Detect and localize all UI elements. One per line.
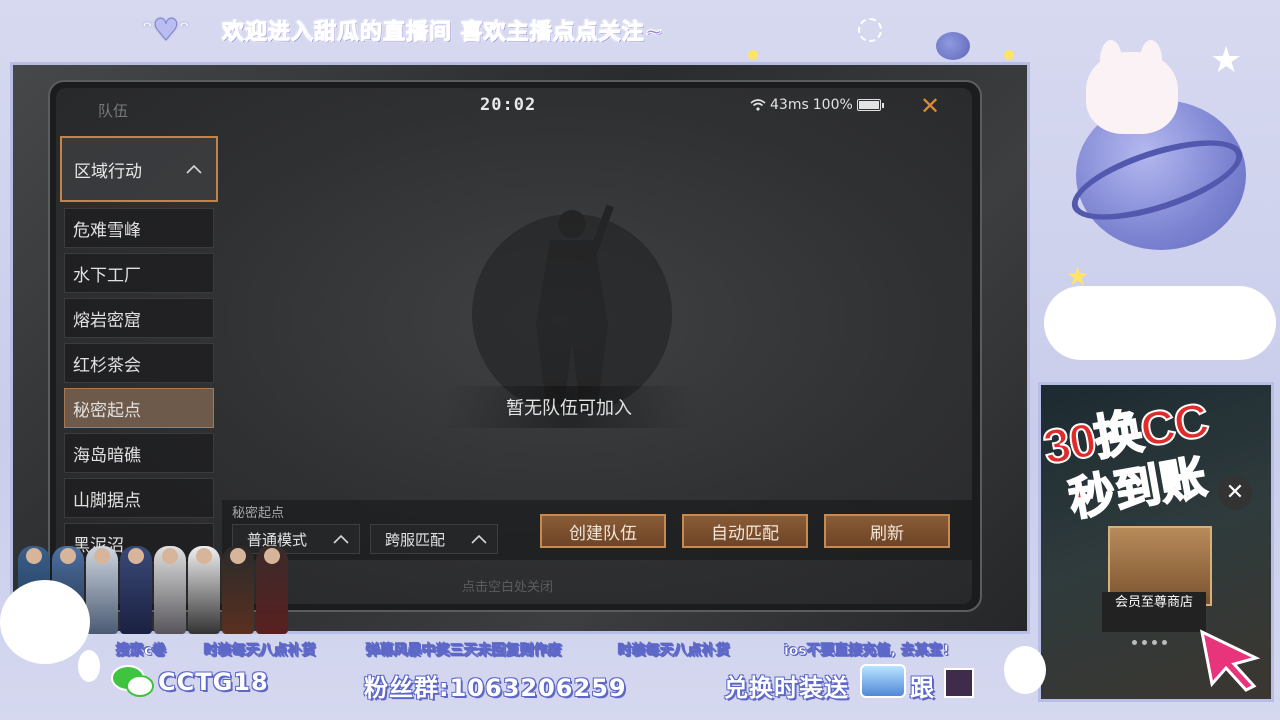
chevron-up-icon <box>333 534 349 544</box>
star-icon: ★ <box>1210 40 1243 81</box>
character-figure <box>222 546 254 634</box>
character-figure <box>256 546 288 634</box>
character-figure <box>86 546 118 634</box>
sidebar-item[interactable]: 红杉茶会 <box>64 343 214 383</box>
ticker-text: 时装每天八点补货 <box>618 643 731 660</box>
status-bar: 队伍 20:02 43ms 100% ✕ <box>56 88 972 132</box>
sidebar-item[interactable]: 危难雪峰 <box>64 208 214 248</box>
current-region-label: 秘密起点 <box>232 506 285 521</box>
empty-team-message: 暂无队伍可加入 <box>444 386 694 428</box>
battery-icon <box>856 99 884 111</box>
sidebar-item-label: 熔岩密窟 <box>73 310 141 331</box>
sidebar-item[interactable]: 海岛暗礁 <box>64 433 214 473</box>
account-id: CCTG18 <box>158 668 269 696</box>
avatar-frame-icon <box>944 668 974 698</box>
small-planet-decoration <box>936 32 970 60</box>
clock: 20:02 <box>480 95 537 115</box>
sidebar-item-label: 海岛暗礁 <box>73 445 141 466</box>
character-figure <box>188 546 220 634</box>
star-dot-decoration <box>748 50 758 60</box>
sidebar-item[interactable]: 水下工厂 <box>64 253 214 293</box>
winged-heart-icon: ᵔ ♥ ᵔ <box>142 12 190 48</box>
wifi-icon <box>750 99 766 111</box>
banner-text: 欢迎进入甜瓜的直播间 喜欢主播点点关注~ <box>221 20 665 46</box>
region-header-label: 区域行动 <box>74 161 142 182</box>
ping-value: 43ms <box>770 97 809 113</box>
exchange-text: 兑换时装送 <box>724 674 849 702</box>
empty-message-text: 暂无队伍可加入 <box>506 398 632 419</box>
sidebar-item-label: 山脚据点 <box>73 490 141 511</box>
bunny-decoration <box>1004 646 1046 694</box>
character-figure <box>154 546 186 634</box>
badge-icon <box>860 664 906 698</box>
character-figure <box>120 546 152 634</box>
dashed-circle-decoration <box>858 18 882 42</box>
match-dropdown[interactable]: 跨服匹配 <box>370 524 498 554</box>
region-sidebar: 区域行动 危难雪峰 水下工厂 熔岩密窟 红杉茶会 秘密起点 海岛暗礁 山脚据点 … <box>60 136 218 604</box>
sidebar-item[interactable]: 山脚据点 <box>64 478 214 518</box>
carousel-dots <box>1132 640 1167 645</box>
ticker-text: ios不要直接充值, 去某宝! <box>784 643 950 660</box>
sidebar-item-label: 水下工厂 <box>73 265 141 286</box>
bunny-decoration <box>1086 52 1178 134</box>
auto-match-button[interactable]: 自动匹配 <box>682 514 808 548</box>
tap-to-close-hint[interactable]: 点击空白处关闭 <box>462 576 553 595</box>
star-dot-decoration <box>1004 50 1014 60</box>
cursor-arrow-icon <box>1199 629 1261 692</box>
sidebar-item-selected[interactable]: 秘密起点 <box>64 388 214 428</box>
game-screen: 队伍 20:02 43ms 100% ✕ 区域行动 危难雪峰 水下工厂 熔岩密窟… <box>56 88 972 604</box>
follow-text: 跟 <box>910 674 935 702</box>
close-icon[interactable]: ✕ <box>916 92 944 120</box>
ticker-text: 时装每天八点补货 <box>204 643 317 660</box>
battery-percent: 100% <box>812 97 853 113</box>
create-team-button[interactable]: 创建队伍 <box>540 514 666 548</box>
status-indicators: 43ms 100% <box>750 97 884 113</box>
bunny-decoration <box>78 650 100 682</box>
sidebar-item-label: 红杉茶会 <box>73 355 141 376</box>
cloud-decoration <box>1044 286 1276 360</box>
refresh-button[interactable]: 刷新 <box>824 514 950 548</box>
close-icon[interactable]: ✕ <box>1218 476 1252 510</box>
fans-group: 粉丝群:1063206259 <box>364 674 627 702</box>
shop-label: 会员至尊商店 <box>1102 592 1206 632</box>
ticker-text: 搜索c卷 <box>116 643 167 660</box>
match-dropdown-value: 跨服匹配 <box>385 530 446 549</box>
sidebar-item-label: 秘密起点 <box>73 400 141 421</box>
chevron-up-icon <box>186 164 202 174</box>
ticker-text: 弹幕风暴中奖三天未回复则作废 <box>366 643 563 660</box>
chevron-up-icon <box>471 534 487 544</box>
team-title: 队伍 <box>98 102 129 120</box>
sidebar-item[interactable]: 熔岩密窟 <box>64 298 214 338</box>
stream-banner: ᵔ ♥ ᵔ 欢迎进入甜瓜的直播间 喜欢主播点点关注~ <box>120 10 664 50</box>
region-dropdown-header[interactable]: 区域行动 <box>60 136 218 202</box>
sidebar-item-label: 危难雪峰 <box>73 220 141 241</box>
bunny-decoration <box>0 580 90 664</box>
wechat-icon <box>111 665 154 697</box>
